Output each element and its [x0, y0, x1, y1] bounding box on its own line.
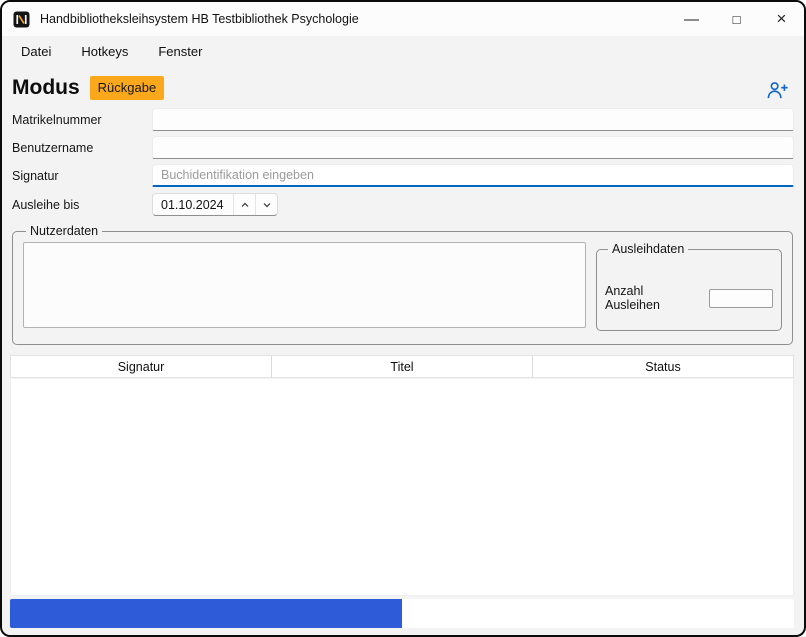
menu-item-fenster[interactable]: Fenster	[147, 39, 213, 64]
userdata-textarea[interactable]	[23, 242, 586, 328]
titlebar[interactable]: Handbibliotheksleihsystem HB Testbibliot…	[2, 2, 804, 36]
anzahl-ausleihen-field[interactable]	[709, 289, 773, 308]
app-window: Handbibliotheksleihsystem HB Testbibliot…	[0, 0, 806, 637]
page-title: Modus	[12, 76, 80, 100]
menu-item-datei[interactable]: Datei	[10, 39, 62, 64]
window-title: Handbibliotheksleihsystem HB Testbibliot…	[40, 12, 359, 26]
column-header-signatur[interactable]: Signatur	[11, 356, 272, 377]
ausleihdaten-group: Ausleihdaten Anzahl Ausleihen	[596, 242, 782, 331]
mode-header: Modus Rückgabe	[12, 72, 164, 104]
form-row-matrikelnummer: Matrikelnummer	[12, 108, 794, 131]
close-icon[interactable]: ×	[759, 2, 804, 36]
signatur-label: Signatur	[12, 169, 152, 183]
matrikelnummer-field[interactable]	[152, 108, 794, 131]
benutzername-label: Benutzername	[12, 141, 152, 155]
menu-item-hotkeys[interactable]: Hotkeys	[70, 39, 139, 64]
form-row-ausleihe-bis: Ausleihe bis 01.10.2024	[12, 193, 794, 216]
anzahl-ausleihen-row: Anzahl Ausleihen	[605, 284, 773, 312]
app-icon	[13, 11, 30, 28]
form-row-signatur: Signatur	[12, 164, 794, 187]
column-header-titel[interactable]: Titel	[272, 356, 533, 377]
maximize-icon[interactable]: □	[714, 2, 759, 36]
ausleihe-bis-date-spinner[interactable]: 01.10.2024	[152, 193, 278, 216]
progress-fill	[10, 599, 402, 628]
add-user-icon[interactable]	[766, 79, 789, 101]
matrikelnummer-label: Matrikelnummer	[12, 113, 152, 127]
form-row-benutzername: Benutzername	[12, 136, 794, 159]
ausleihe-bis-value[interactable]: 01.10.2024	[153, 198, 233, 212]
ausleihe-bis-label: Ausleihe bis	[12, 198, 152, 212]
ausleihdaten-group-label: Ausleihdaten	[608, 242, 688, 256]
menubar: Datei Hotkeys Fenster	[2, 36, 804, 66]
spinner-up-icon[interactable]	[233, 194, 255, 215]
window-controls: — □ ×	[669, 2, 804, 36]
minimize-icon[interactable]: —	[669, 2, 714, 36]
nutzerdaten-group-label: Nutzerdaten	[26, 224, 102, 238]
signatur-field[interactable]	[152, 164, 794, 187]
table-header: Signatur Titel Status	[10, 355, 794, 378]
nutzerdaten-group: Nutzerdaten Ausleihdaten Anzahl Ausleihe…	[12, 224, 793, 345]
table-body-empty	[10, 379, 794, 596]
column-header-status[interactable]: Status	[533, 356, 793, 377]
benutzername-field[interactable]	[152, 136, 794, 159]
anzahl-ausleihen-label: Anzahl Ausleihen	[605, 284, 699, 312]
spinner-down-icon[interactable]	[255, 194, 277, 215]
progress-bar	[10, 599, 794, 628]
nutzerdaten-content: Ausleihdaten Anzahl Ausleihen	[23, 242, 782, 331]
mode-badge[interactable]: Rückgabe	[90, 76, 165, 100]
